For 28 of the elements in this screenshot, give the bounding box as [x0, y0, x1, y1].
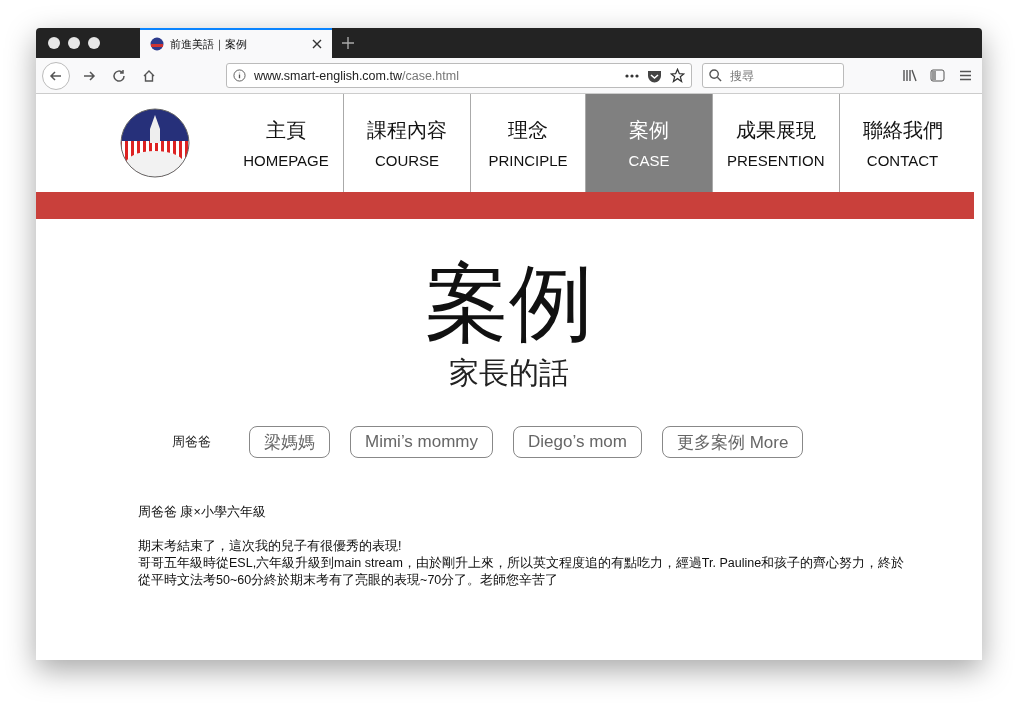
story-text: 從平時文法考50~60分終於期末考有了亮眼的表現~70分了。老師您辛苦了 [138, 572, 560, 590]
case-button[interactable]: 更多案例 More [661, 426, 804, 459]
star-icon[interactable] [670, 68, 685, 83]
browser-tab[interactable]: 前進美語｜案例 [140, 28, 332, 58]
page-subtitle: 家長的話 [449, 355, 569, 392]
back-icon[interactable] [49, 68, 63, 83]
search-field[interactable]: 搜尋 [728, 67, 832, 84]
search-box[interactable]: 搜尋 [702, 63, 844, 88]
story-heading: 周爸爸 康×小學六年級 [138, 504, 267, 522]
close-icon[interactable] [312, 39, 322, 49]
school-logo[interactable] [119, 107, 191, 179]
back-button[interactable] [42, 61, 70, 90]
info-icon[interactable] [233, 69, 246, 82]
story-text: 哥哥五年級時從ESL,六年級升級到main stream，由於剛升上來，所以英文程度追的有點吃力，經過Tr. Pauline和孩子的齊心努力，終於 [138, 555, 906, 573]
pocket-icon[interactable] [647, 68, 662, 83]
nav-item[interactable]: 案例 CASE [586, 94, 713, 192]
site-logo-icon [150, 37, 164, 51]
search-icon [709, 69, 722, 82]
more-icon[interactable] [625, 73, 639, 78]
case-button[interactable]: Diego’s mom [513, 426, 642, 459]
case-link[interactable]: 周爸爸 [172, 433, 229, 452]
tab-title: 前進美語｜案例 [170, 36, 248, 52]
case-button[interactable]: Mimi’s mommy [350, 426, 493, 459]
new-tab-icon[interactable] [342, 37, 354, 49]
story-text: 期末考結束了，這次我的兒子有很優秀的表現! [138, 538, 403, 556]
address-bar[interactable]: www.smart-english.com.tw/case.html [226, 63, 692, 88]
page-title: 案例 [425, 257, 593, 350]
case-button[interactable]: 梁媽媽 [249, 426, 330, 459]
